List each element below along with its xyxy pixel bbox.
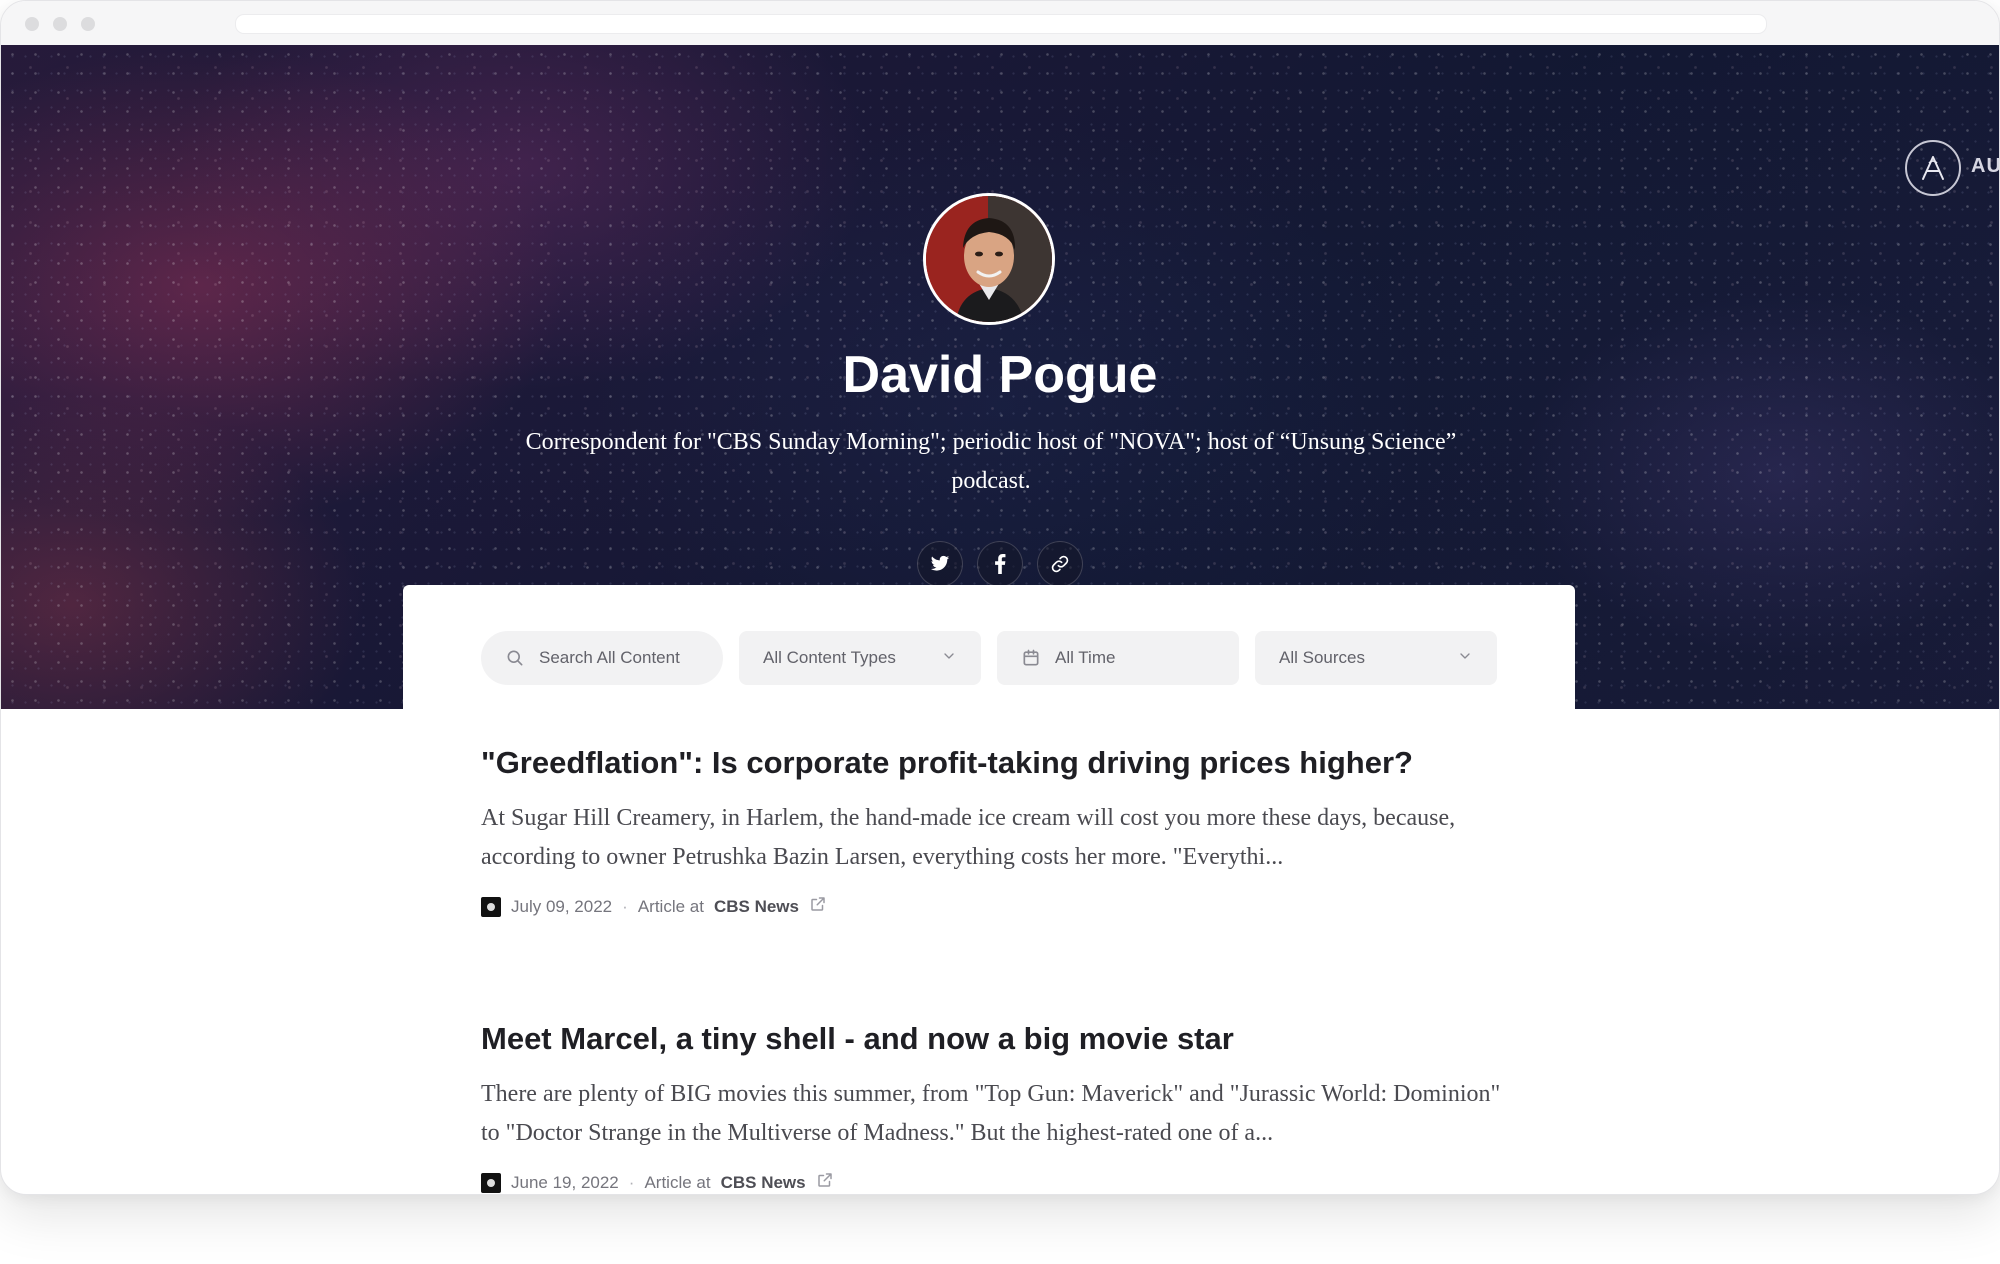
source-logo-icon xyxy=(481,1172,501,1193)
article-source[interactable]: CBS News xyxy=(714,897,799,917)
brand-logo-icon[interactable] xyxy=(1905,140,1961,196)
article-source[interactable]: CBS News xyxy=(721,1173,806,1193)
twitter-icon xyxy=(930,555,950,571)
content-panel: Search All Content All Content Types All… xyxy=(403,585,1575,1194)
address-bar[interactable] xyxy=(235,14,1767,34)
article-meta: July 09, 2022 · Article at CBS News xyxy=(481,895,1511,918)
copy-link-button[interactable] xyxy=(1037,541,1083,587)
content-type-select[interactable]: All Content Types xyxy=(739,631,981,685)
calendar-icon xyxy=(1021,648,1041,668)
window-minimize-dot[interactable] xyxy=(53,17,67,31)
browser-window: AU David Pogue Correspondent for "CBS Su… xyxy=(0,0,2000,1195)
search-input[interactable]: Search All Content xyxy=(481,631,723,685)
content-type-value: All Content Types xyxy=(763,648,896,667)
external-link-icon[interactable] xyxy=(816,1171,834,1194)
meta-separator: · xyxy=(628,1172,635,1192)
article-type: Article at xyxy=(644,1172,711,1192)
browser-titlebar xyxy=(1,1,1999,46)
search-placeholder: Search All Content xyxy=(539,648,680,667)
window-maximize-dot[interactable] xyxy=(81,17,95,31)
article-date: June 19, 2022 xyxy=(511,1172,619,1192)
link-icon xyxy=(1051,555,1069,573)
external-link-icon[interactable] xyxy=(809,895,827,918)
source-logo-icon xyxy=(481,896,501,917)
brand-corner-text: AU xyxy=(1971,155,1999,177)
article-excerpt: There are plenty of BIG movies this summ… xyxy=(481,1081,1501,1146)
window-close-dot[interactable] xyxy=(25,17,39,31)
time-range-value: All Time xyxy=(1055,648,1116,667)
chevron-down-icon xyxy=(941,648,957,669)
sources-value: All Sources xyxy=(1279,648,1365,667)
article-card[interactable]: "Greedflation": Is corporate profit-taki… xyxy=(481,743,1511,918)
article-excerpt: At Sugar Hill Creamery, in Harlem, the h… xyxy=(481,805,1456,870)
twitter-button[interactable] xyxy=(917,541,963,587)
profile-bio: Correspondent for "CBS Sunday Morning"; … xyxy=(525,429,1457,494)
profile-name: David Pogue xyxy=(842,346,1158,404)
article-title[interactable]: Meet Marcel, a tiny shell - and now a bi… xyxy=(481,1019,1511,1059)
article-title[interactable]: "Greedflation": Is corporate profit-taki… xyxy=(481,743,1511,783)
time-range-picker[interactable]: All Time xyxy=(997,631,1239,685)
facebook-button[interactable] xyxy=(977,541,1023,587)
article-meta: June 19, 2022 · Article at CBS News xyxy=(481,1171,1511,1194)
chevron-down-icon xyxy=(1457,648,1473,669)
meta-separator: · xyxy=(622,896,628,916)
facebook-icon xyxy=(995,554,1006,574)
avatar xyxy=(923,193,1055,325)
sources-select[interactable]: All Sources xyxy=(1255,631,1497,685)
filter-bar: Search All Content All Content Types All… xyxy=(481,631,1497,685)
search-icon xyxy=(505,648,525,668)
article-date: July 09, 2022 xyxy=(511,896,613,916)
article-type: Article at xyxy=(637,896,704,916)
social-links xyxy=(1,541,1999,587)
article-card[interactable]: Meet Marcel, a tiny shell - and now a bi… xyxy=(481,1019,1511,1194)
